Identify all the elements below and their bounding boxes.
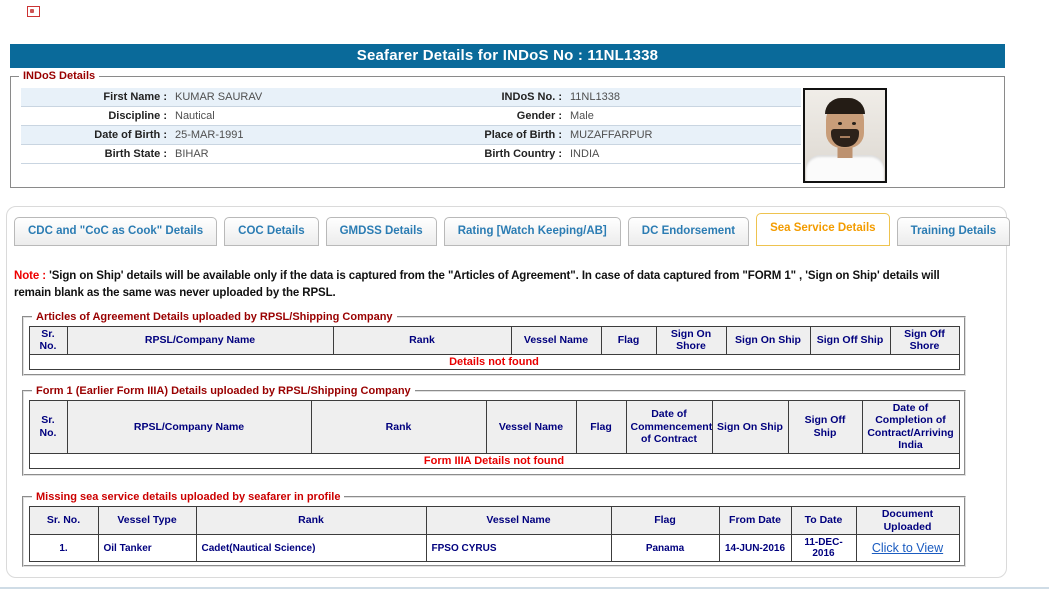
empty-row: Details not found (29, 354, 959, 369)
col-sign-on-ship: Sign On Ship (726, 327, 810, 355)
col-sr-no: Sr. No. (29, 507, 98, 535)
cell-vessel-type: Oil Tanker (98, 535, 196, 562)
page-title: Seafarer Details for INDoS No : 11NL1338 (10, 44, 1005, 68)
tab-dc-endorsement[interactable]: DC Endorsement (628, 217, 749, 246)
field-value: 25-MAR-1991 (171, 129, 471, 141)
field-value: 11NL1338 (566, 91, 801, 103)
field-label: Place of Birth : (471, 129, 566, 141)
cell-document-uploaded: Click to View (856, 535, 959, 562)
table-header-row: Sr. No. RPSL/Company Name Rank Vessel Na… (29, 327, 959, 355)
tab-cdc-coc-as-cook-details[interactable]: CDC and "CoC as Cook" Details (14, 217, 217, 246)
field-value: KUMAR SAURAV (171, 91, 471, 103)
col-sign-off-ship: Sign Off Ship (788, 401, 862, 454)
col-sign-off-ship: Sign Off Ship (810, 327, 890, 355)
form1-table: Sr. No. RPSL/Company Name Rank Vessel Na… (29, 400, 960, 469)
seafarer-photo (803, 88, 887, 183)
note-prefix: Note : (14, 270, 46, 282)
col-sign-on-shore: Sign On Shore (656, 327, 726, 355)
col-rank: Rank (196, 507, 426, 535)
field-label: Discipline : (21, 110, 171, 122)
col-sign-off-shore: Sign Off Shore (890, 327, 959, 355)
tab-sea-service-details[interactable]: Sea Service Details (756, 213, 890, 246)
table-header-row: Sr. No. RPSL/Company Name Rank Vessel Na… (29, 401, 959, 454)
field-value: INDIA (566, 148, 801, 160)
broken-image-icon (27, 6, 40, 17)
photo-mouth (840, 136, 850, 138)
page-header-bar: Seafarer Details for INDoS No : 11NL1338 (10, 44, 1005, 68)
articles-table: Sr. No. RPSL/Company Name Rank Vessel Na… (29, 326, 960, 370)
col-sr-no: Sr. No. (29, 401, 67, 454)
photo-hair (825, 98, 865, 114)
form-iiia-not-found-message: Form IIIA Details not found (29, 453, 959, 468)
col-document-uploaded: Document Uploaded (856, 507, 959, 535)
field-label: Gender : (471, 110, 566, 122)
missing-sea-service-fieldset: Missing sea service details uploaded by … (22, 496, 966, 567)
click-to-view-link[interactable]: Click to View (872, 541, 943, 555)
table-header-row: Sr. No. Vessel Type Rank Vessel Name Fla… (29, 507, 959, 535)
col-from-date: From Date (719, 507, 791, 535)
details-not-found-message: Details not found (29, 354, 959, 369)
indos-details-legend: INDoS Details (19, 69, 99, 83)
field-label: Date of Birth : (21, 129, 171, 141)
field-label: Birth State : (21, 148, 171, 160)
col-vessel-name: Vessel Name (511, 327, 601, 355)
col-rpsl-company-name: RPSL/Company Name (67, 401, 311, 454)
missing-sea-service-legend: Missing sea service details uploaded by … (32, 490, 344, 504)
articles-of-agreement-fieldset: Articles of Agreement Details uploaded b… (22, 316, 966, 376)
col-vessel-name: Vessel Name (486, 401, 576, 454)
col-date-of-completion: Date of Completion of Contract/Arriving … (862, 401, 959, 454)
field-value: MUZAFFARPUR (566, 129, 801, 141)
cell-vessel-name: FPSO CYRUS (426, 535, 611, 562)
col-flag: Flag (576, 401, 626, 454)
cell-sr-no: 1. (29, 535, 98, 562)
col-vessel-type: Vessel Type (98, 507, 196, 535)
field-value: Nautical (171, 110, 471, 122)
tab-gmdss-details[interactable]: GMDSS Details (326, 217, 437, 246)
col-sign-on-ship: Sign On Ship (712, 401, 788, 454)
field-label: Birth Country : (471, 148, 566, 160)
col-rank: Rank (333, 327, 511, 355)
indos-details-table: First Name : KUMAR SAURAV INDoS No. : 11… (21, 88, 801, 164)
note-body: 'Sign on Ship' details will be available… (14, 270, 940, 299)
tab-coc-details[interactable]: COC Details (224, 217, 318, 246)
col-flag: Flag (601, 327, 656, 355)
col-vessel-name: Vessel Name (426, 507, 611, 535)
col-date-of-commencement: Date of Commencement of Contract (626, 401, 712, 454)
cell-to-date: 11-DEC-2016 (791, 535, 856, 562)
articles-legend: Articles of Agreement Details uploaded b… (32, 310, 397, 324)
detail-row: Date of Birth : 25-MAR-1991 Place of Bir… (21, 126, 801, 145)
field-label: First Name : (21, 91, 171, 103)
empty-row: Form IIIA Details not found (29, 453, 959, 468)
form1-fieldset: Form 1 (Earlier Form IIIA) Details uploa… (22, 390, 966, 476)
field-label: INDoS No. : (471, 91, 566, 103)
note-text: Note : 'Sign on Ship' details will be av… (14, 268, 966, 301)
tab-bar: CDC and "CoC as Cook" Details COC Detail… (14, 213, 1010, 246)
table-row: 1. Oil Tanker Cadet(Nautical Science) FP… (29, 535, 959, 562)
detail-row: Birth State : BIHAR Birth Country : INDI… (21, 145, 801, 164)
tab-training-details[interactable]: Training Details (897, 217, 1011, 246)
col-sr-no: Sr. No. (29, 327, 67, 355)
field-value: Male (566, 110, 801, 122)
cell-from-date: 14-JUN-2016 (719, 535, 791, 562)
photo-eye (838, 122, 842, 125)
form1-legend: Form 1 (Earlier Form IIIA) Details uploa… (32, 384, 415, 398)
col-rpsl-company-name: RPSL/Company Name (67, 327, 333, 355)
detail-row: Discipline : Nautical Gender : Male (21, 107, 801, 126)
field-value: BIHAR (171, 148, 471, 160)
photo-shirt (806, 155, 884, 181)
col-rank: Rank (311, 401, 486, 454)
missing-sea-service-table: Sr. No. Vessel Type Rank Vessel Name Fla… (29, 506, 960, 562)
col-flag: Flag (611, 507, 719, 535)
cell-rank: Cadet(Nautical Science) (196, 535, 426, 562)
detail-row: First Name : KUMAR SAURAV INDoS No. : 11… (21, 88, 801, 107)
footer-divider (0, 587, 1049, 589)
cell-flag: Panama (611, 535, 719, 562)
tab-rating-watch-keeping-ab[interactable]: Rating [Watch Keeping/AB] (444, 217, 621, 246)
col-to-date: To Date (791, 507, 856, 535)
photo-eye (852, 122, 856, 125)
